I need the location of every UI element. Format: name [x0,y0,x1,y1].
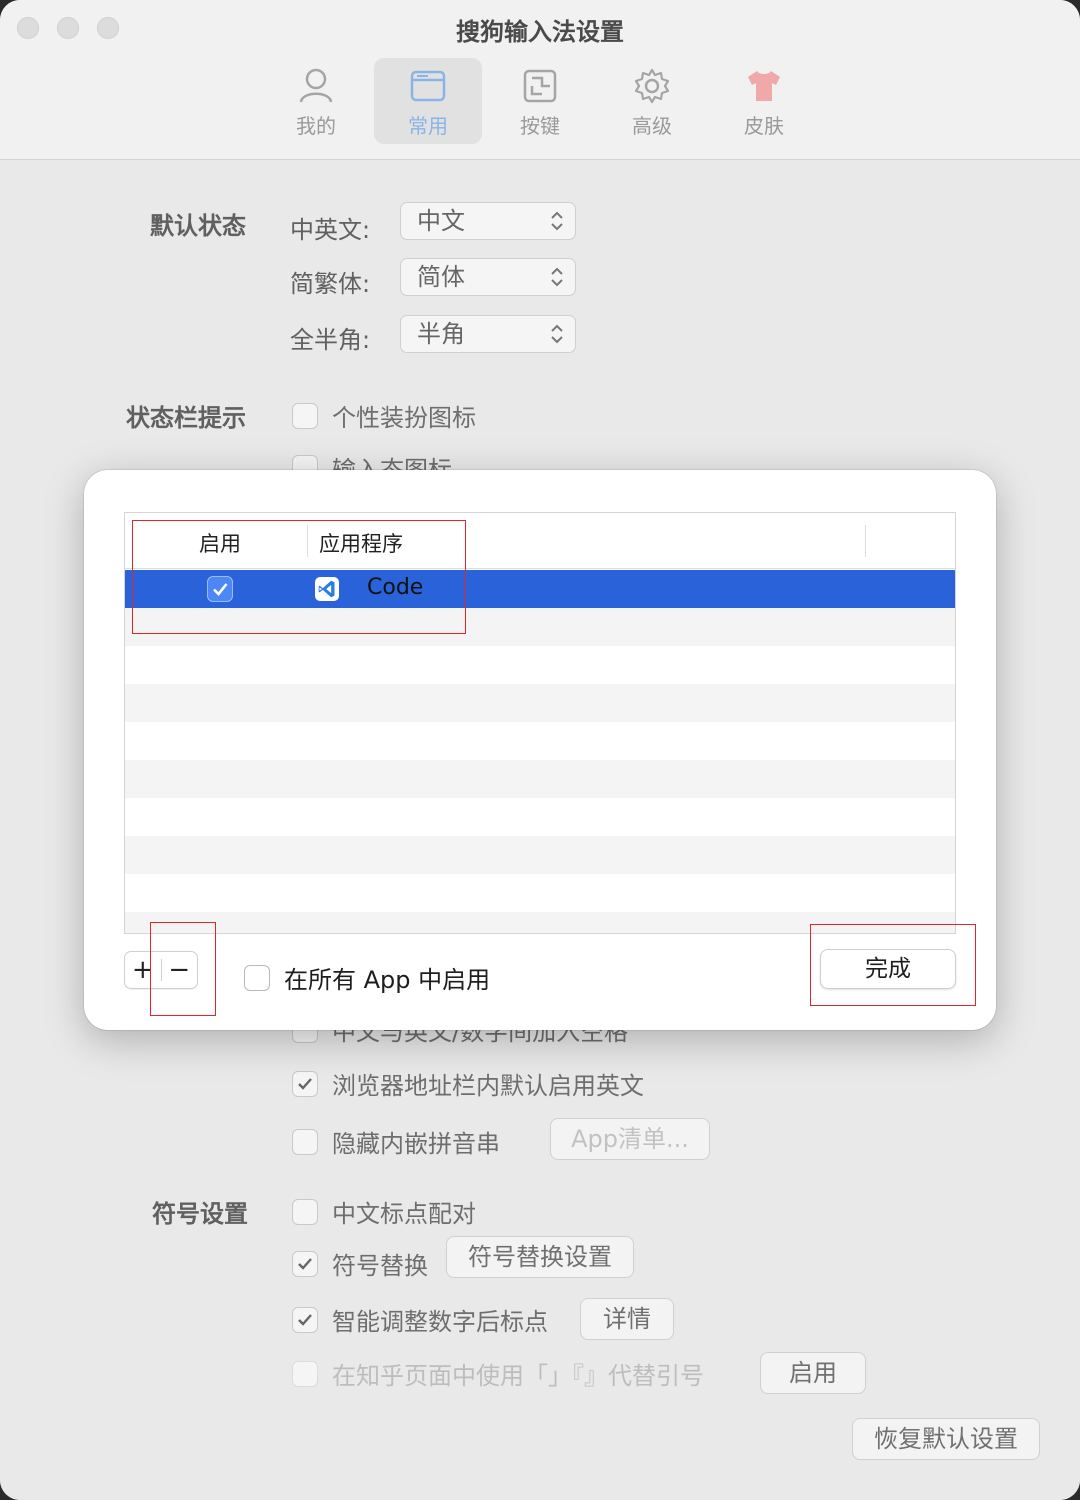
column-header-application[interactable]: 应用程序 [319,528,403,558]
column-divider [865,525,866,557]
table-row[interactable]: Code [125,570,955,608]
done-button[interactable]: 完成 [820,949,956,989]
vscode-app-icon [315,577,339,601]
table-row-empty [125,798,955,836]
add-remove-segment: + − [124,951,198,989]
table-header: 启用 应用程序 [125,513,955,569]
add-button[interactable]: + [125,952,161,988]
app-name: Code [367,575,424,600]
settings-window: 搜狗输入法设置 我的 常用 按键 高级 皮肤 默认状态 中英文: 中文 简繁体:… [0,0,1080,1500]
table-row-empty [125,912,955,933]
column-divider [307,525,308,557]
remove-button[interactable]: − [161,952,197,988]
table-row-empty [125,874,955,912]
checkmark-icon [213,583,228,596]
table-row-empty [125,836,955,874]
column-header-enabled[interactable]: 启用 [199,528,241,558]
option-label: 在所有 App 中启用 [284,966,491,994]
table-row-empty [125,684,955,722]
checkbox[interactable] [244,964,270,991]
enabled-checkbox[interactable] [207,576,233,602]
table-row-empty [125,722,955,760]
enable-in-all-apps-option[interactable]: 在所有 App 中启用 [244,960,490,995]
table-row-empty [125,760,955,798]
app-list-dialog: 启用 应用程序 Code + − 在所有 App 中启用 完成 [84,470,996,1030]
vscode-icon [318,580,335,598]
table-row-empty [125,646,955,684]
app-table: 启用 应用程序 Code [124,512,956,934]
table-row-empty [125,608,955,646]
